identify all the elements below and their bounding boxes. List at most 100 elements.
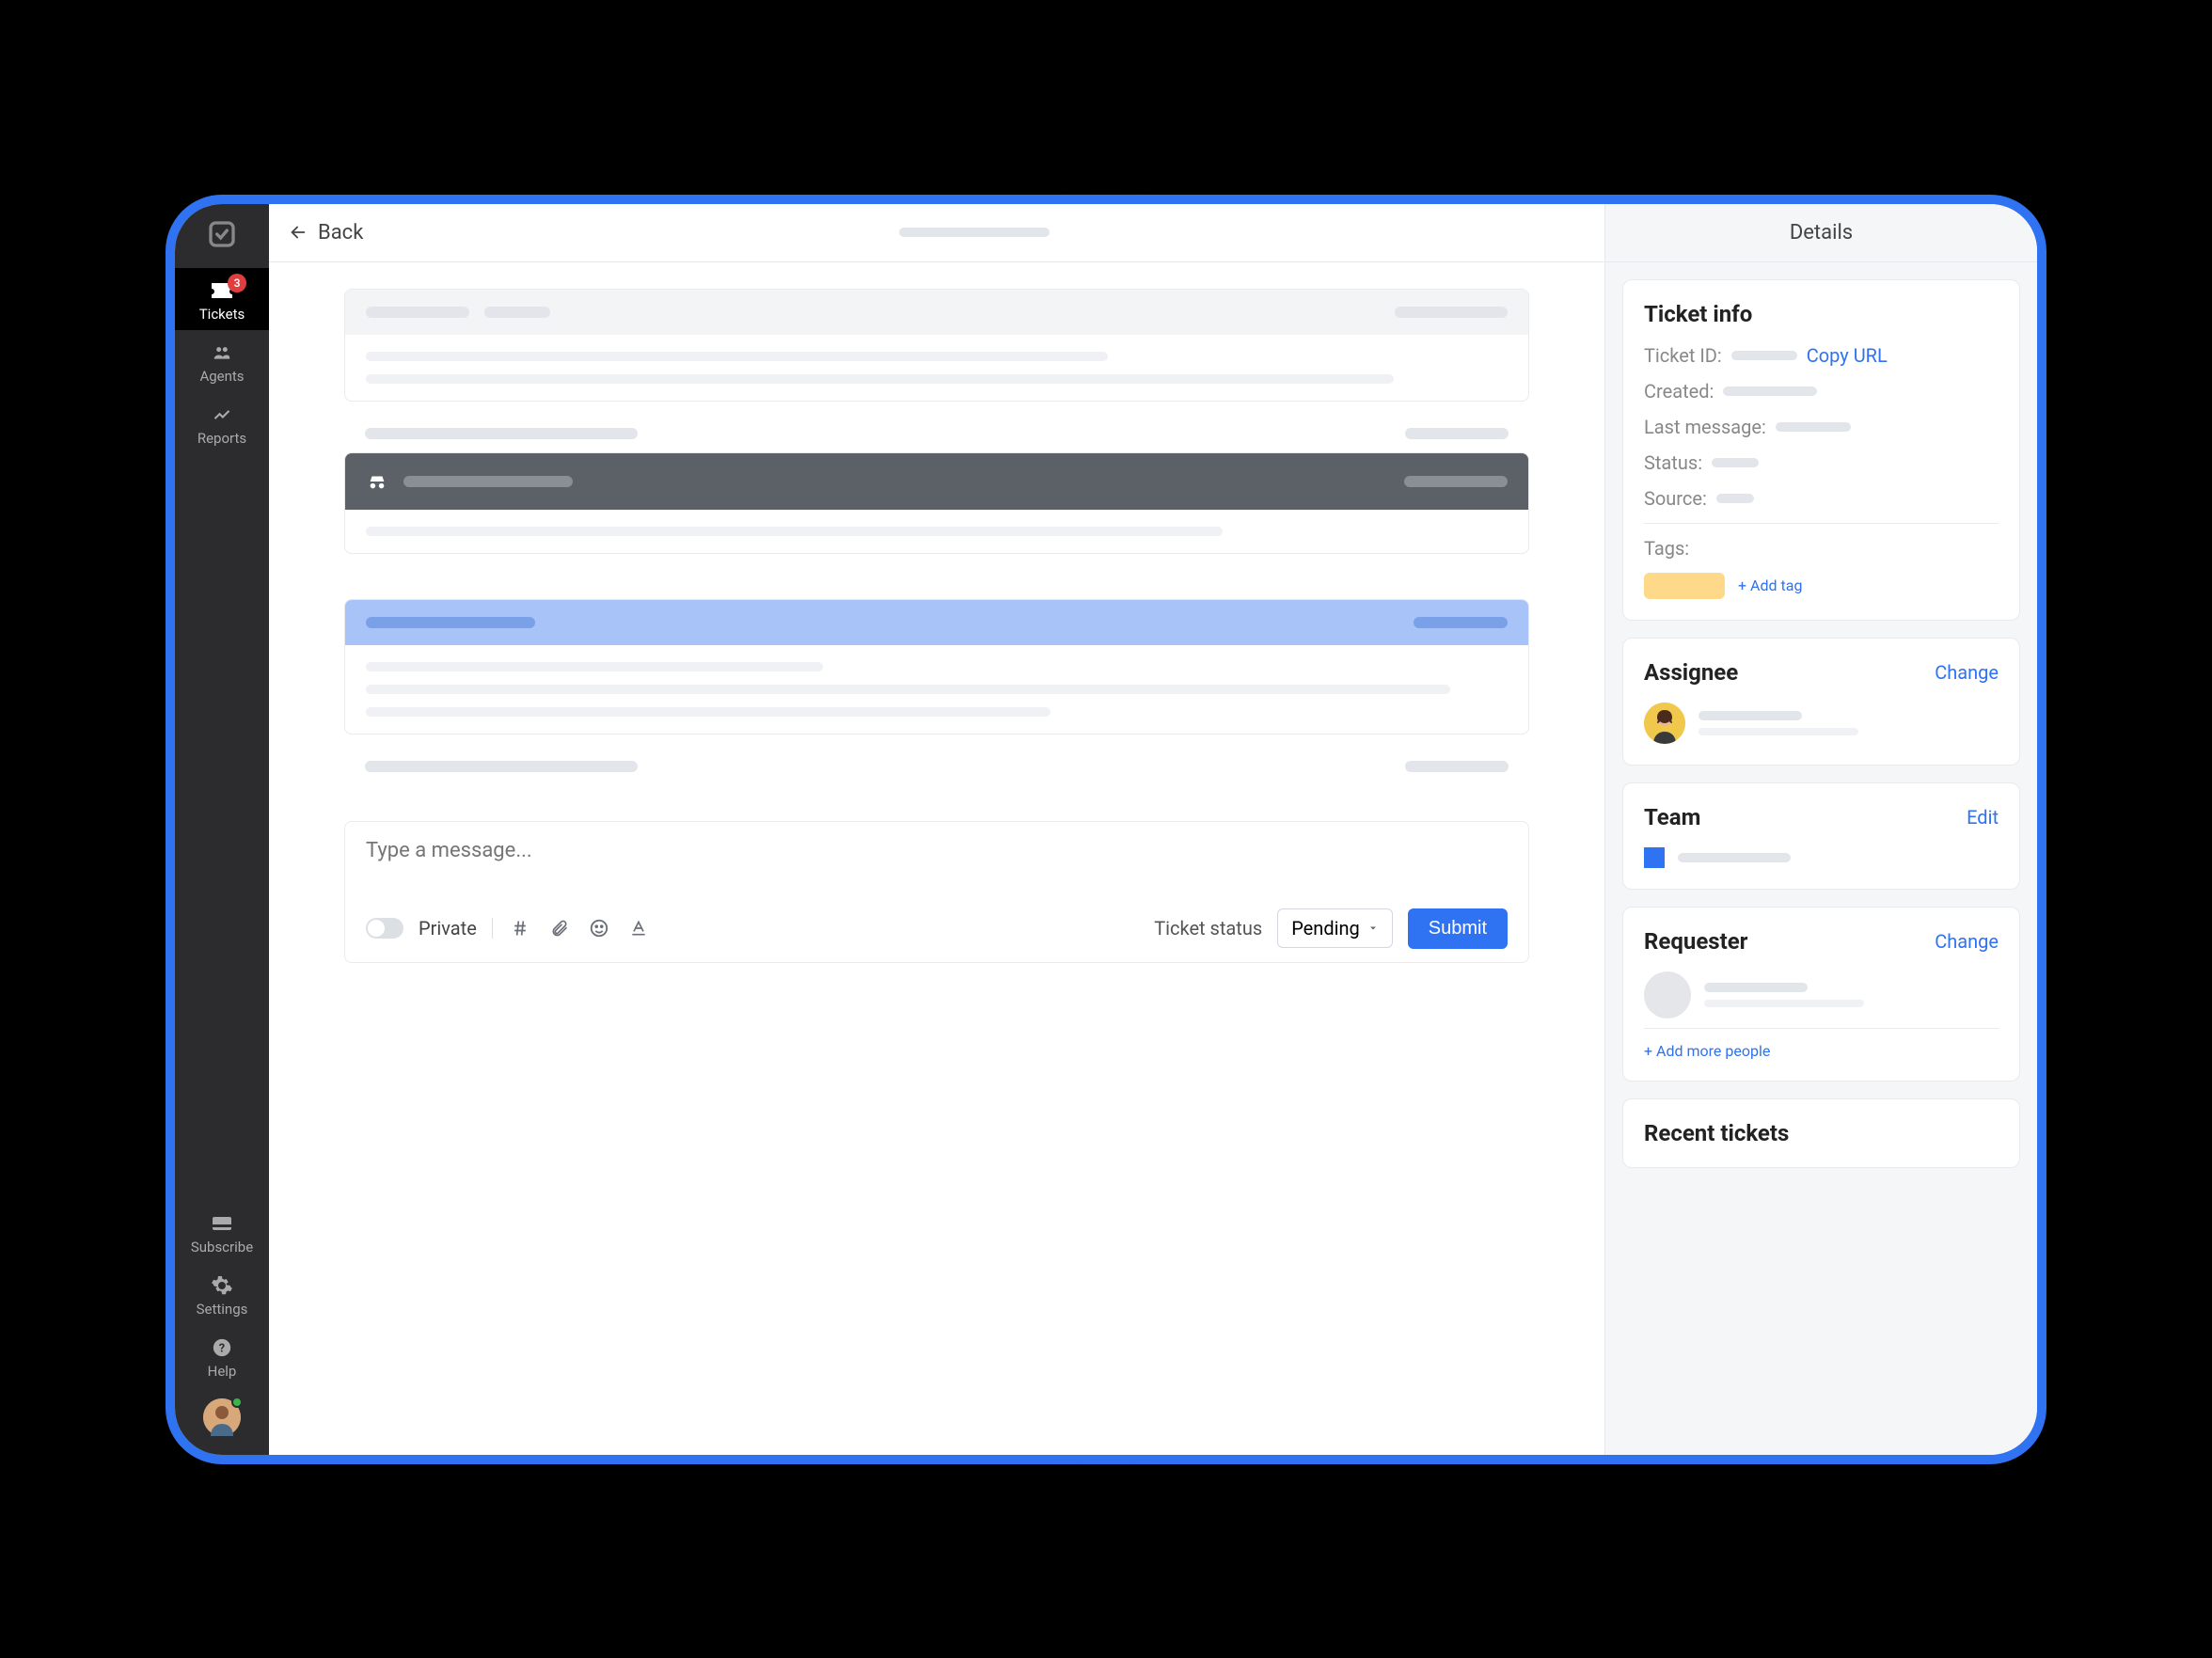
created-label: Created: [1644, 380, 1714, 403]
assignee-change-link[interactable]: Change [1935, 661, 1999, 684]
sidebar-label-help: Help [208, 1363, 237, 1380]
sidebar-item-tickets[interactable]: 3 Tickets [175, 268, 269, 330]
incognito-icon [366, 470, 388, 493]
msg-line [366, 707, 1051, 717]
private-label: Private [419, 917, 477, 940]
submit-button[interactable]: Submit [1408, 908, 1508, 949]
tickets-badge: 3 [228, 274, 246, 292]
panel-team: Team Edit [1622, 782, 2020, 890]
message-card-internal [344, 452, 1529, 554]
add-tag-link[interactable]: + Add tag [1738, 576, 1802, 594]
assignee-name [1698, 711, 1802, 720]
msg-sub-time [1405, 428, 1509, 439]
assignee-avatar [1644, 703, 1685, 744]
tag-pill[interactable] [1644, 573, 1725, 599]
status-dot-icon [231, 1397, 243, 1408]
sidebar-item-reports[interactable]: Reports [175, 392, 269, 454]
details-panel: Details Ticket info Ticket ID: Copy URL … [1604, 204, 2037, 1455]
message-card [344, 289, 1529, 402]
add-people-link[interactable]: + Add more people [1644, 1042, 1770, 1060]
app-logo-icon [203, 215, 241, 253]
svg-text:?: ? [219, 1341, 225, 1355]
message-composer: Private Ticket status [344, 821, 1529, 963]
msg-sender-placeholder [366, 307, 469, 318]
sidebar-label-subscribe: Subscribe [191, 1239, 253, 1255]
emoji-icon[interactable] [587, 916, 611, 940]
ticket-status-select[interactable]: Pending [1277, 908, 1393, 948]
arrow-left-icon [288, 222, 308, 243]
user-avatar[interactable] [203, 1398, 241, 1436]
msg-sub-time [1405, 761, 1509, 772]
ticket-info-title: Ticket info [1644, 301, 1999, 327]
assignee-title: Assignee [1644, 659, 1738, 686]
ticket-status-value: Pending [1291, 917, 1360, 940]
msg-meta-placeholder [484, 307, 550, 318]
app-frame: 3 Tickets Agents Reports Subscribe [166, 195, 2046, 1464]
reports-icon [209, 402, 235, 428]
panel-requester: Requester Change + Add more people [1622, 907, 2020, 1082]
chevron-down-icon [1367, 923, 1379, 934]
conversation: Private Ticket status [269, 262, 1604, 1455]
separator [492, 918, 493, 939]
panel-ticket-info: Ticket info Ticket ID: Copy URL Created:… [1622, 279, 2020, 621]
back-button[interactable]: Back [288, 221, 363, 245]
last-msg-label: Last message: [1644, 416, 1766, 438]
ticket-status-label: Ticket status [1154, 917, 1262, 940]
divider [1644, 523, 1999, 524]
msg-sender-placeholder [366, 617, 535, 628]
sidebar-item-settings[interactable]: Settings [175, 1263, 269, 1325]
sidebar-item-help[interactable]: ? Help [175, 1325, 269, 1387]
msg-line [366, 527, 1223, 536]
msg-time-placeholder [1395, 307, 1508, 318]
msg-sub-placeholder [365, 761, 638, 772]
help-icon: ? [209, 1334, 235, 1361]
msg-line [366, 662, 823, 671]
msg-time-placeholder [1404, 476, 1508, 487]
requester-avatar [1644, 971, 1691, 1018]
last-msg-value [1776, 422, 1851, 432]
sidebar-item-subscribe[interactable]: Subscribe [175, 1201, 269, 1263]
gear-icon [209, 1272, 235, 1299]
msg-time-placeholder [1414, 617, 1508, 628]
requester-title: Requester [1644, 928, 1747, 955]
sidebar-label-settings: Settings [197, 1301, 248, 1318]
private-toggle[interactable] [366, 918, 403, 939]
msg-line [366, 374, 1394, 384]
ticket-id-label: Ticket ID: [1644, 344, 1722, 367]
ticket-id-value [1731, 351, 1797, 360]
msg-sub-placeholder [365, 428, 638, 439]
msg-line [366, 685, 1450, 694]
assignee-email [1698, 728, 1858, 735]
sidebar-item-agents[interactable]: Agents [175, 330, 269, 392]
created-value [1723, 387, 1817, 396]
sidebar: 3 Tickets Agents Reports Subscribe [175, 204, 269, 1455]
tags-label: Tags: [1644, 537, 1689, 560]
sidebar-label-agents: Agents [199, 368, 244, 385]
main-area: Back [269, 204, 1604, 1455]
back-label: Back [318, 221, 363, 245]
source-value [1716, 494, 1754, 503]
copy-url-link[interactable]: Copy URL [1807, 344, 1888, 367]
status-label: Status: [1644, 451, 1702, 474]
requester-change-link[interactable]: Change [1935, 930, 1999, 953]
text-format-icon[interactable] [626, 916, 651, 940]
msg-line [366, 352, 1108, 361]
message-card-highlighted [344, 599, 1529, 734]
recent-tickets-title: Recent tickets [1644, 1120, 1789, 1146]
msg-sender-placeholder [403, 476, 573, 487]
sidebar-label-tickets: Tickets [199, 306, 245, 323]
subscribe-icon [209, 1210, 235, 1237]
requester-email [1704, 1000, 1864, 1007]
topbar-title-placeholder [899, 228, 1050, 237]
topbar: Back [269, 204, 1604, 262]
panel-assignee: Assignee Change [1622, 638, 2020, 766]
team-color-swatch [1644, 847, 1665, 868]
message-input[interactable] [366, 839, 1508, 905]
divider [1644, 1028, 1999, 1029]
details-title: Details [1605, 204, 2037, 262]
hashtag-icon[interactable] [508, 916, 532, 940]
attachment-icon[interactable] [547, 916, 572, 940]
team-edit-link[interactable]: Edit [1967, 806, 1999, 829]
status-value [1712, 458, 1759, 467]
team-title: Team [1644, 804, 1700, 830]
